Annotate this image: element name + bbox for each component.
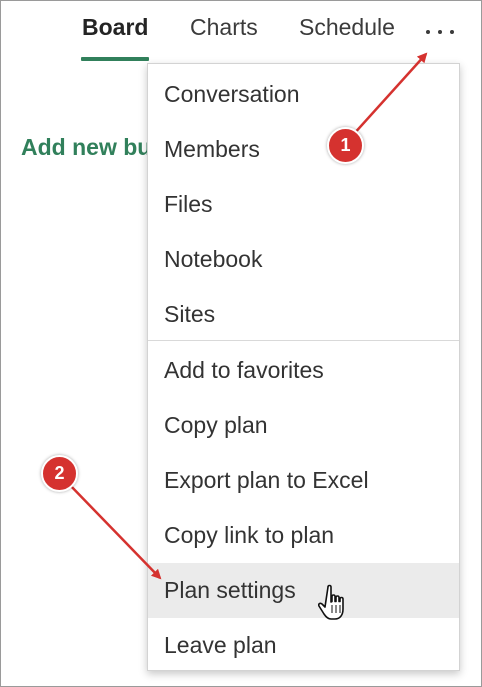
- menu-item-plan-settings[interactable]: Plan settings: [148, 563, 459, 618]
- menu-item-export-plan[interactable]: Export plan to Excel: [148, 453, 459, 508]
- menu-item-sites[interactable]: Sites: [148, 287, 459, 342]
- menu-item-notebook[interactable]: Notebook: [148, 232, 459, 287]
- more-options-menu: Conversation Members Files Notebook Site…: [147, 63, 460, 671]
- add-new-bucket-link[interactable]: Add new bucket: [21, 134, 149, 161]
- menu-item-copy-plan[interactable]: Copy plan: [148, 398, 459, 453]
- tab-charts[interactable]: Charts: [190, 14, 258, 41]
- active-tab-indicator: [81, 57, 149, 61]
- ellipsis-icon: [426, 30, 430, 34]
- tab-board[interactable]: Board: [82, 14, 148, 41]
- more-options-button[interactable]: [424, 18, 456, 46]
- menu-item-add-to-favorites[interactable]: Add to favorites: [148, 343, 459, 398]
- tab-schedule[interactable]: Schedule: [299, 14, 395, 41]
- hand-pointer-cursor-icon: [318, 584, 344, 620]
- menu-item-members[interactable]: Members: [148, 122, 459, 177]
- step-badge-2: 2: [41, 455, 78, 492]
- menu-item-copy-link[interactable]: Copy link to plan: [148, 508, 459, 563]
- menu-item-conversation[interactable]: Conversation: [148, 67, 459, 122]
- menu-item-files[interactable]: Files: [148, 177, 459, 232]
- menu-divider: [148, 340, 459, 341]
- step-badge-1: 1: [327, 127, 364, 164]
- menu-item-leave-plan[interactable]: Leave plan: [148, 618, 459, 673]
